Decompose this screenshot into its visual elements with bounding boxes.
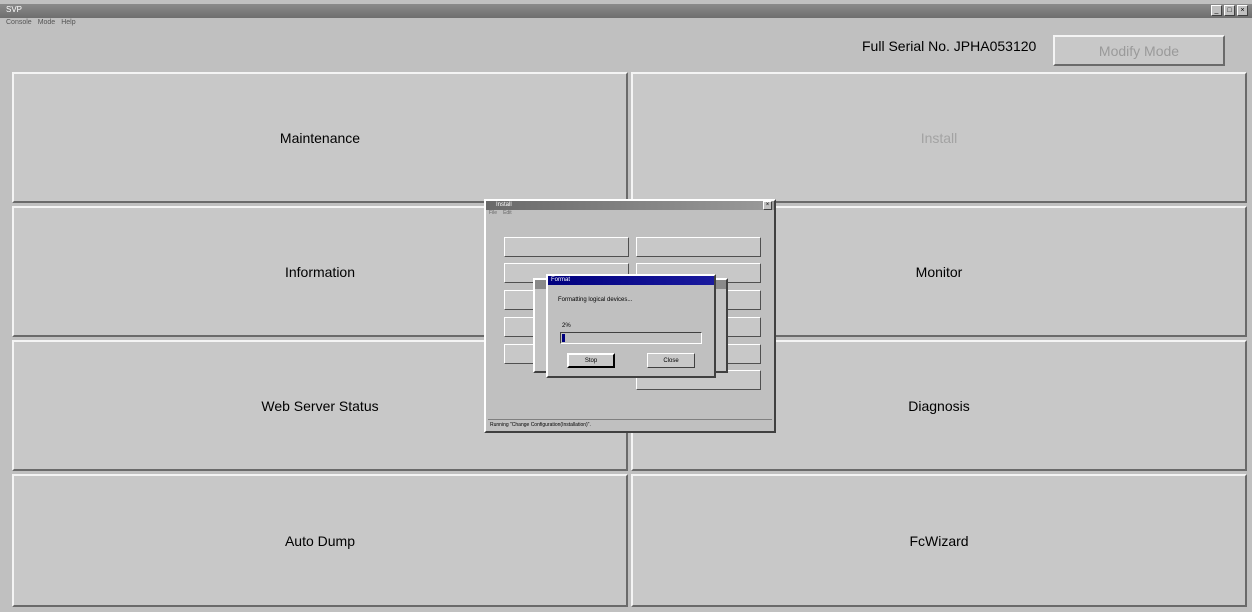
close-button[interactable]: × (1237, 5, 1248, 16)
menu-mode[interactable]: Mode (38, 19, 56, 26)
menu-bar: Console Mode Help (6, 19, 76, 26)
maximize-button[interactable]: □ (1224, 5, 1235, 16)
close-dialog-button[interactable]: Close (647, 353, 695, 368)
install-button[interactable]: Install (631, 72, 1247, 203)
fcwizard-button[interactable]: FcWizard (631, 474, 1247, 607)
format-progress-bar (560, 332, 702, 344)
install-option-button[interactable] (504, 237, 629, 257)
install-dialog-title: Install (496, 202, 512, 208)
stop-button[interactable]: Stop (567, 353, 615, 368)
format-percent: 2% (562, 323, 571, 329)
install-dialog-title-bar: Install × (486, 201, 774, 210)
auto-dump-button[interactable]: Auto Dump (12, 474, 628, 607)
menu-console[interactable]: Console (6, 19, 32, 26)
install-dialog-menu: File Edit (486, 210, 774, 216)
format-dialog: Format Formatting logical devices... 2% … (546, 274, 716, 378)
minimize-button[interactable]: _ (1211, 5, 1222, 16)
format-dialog-title: Format (551, 277, 571, 283)
window-title: SVP (6, 5, 23, 14)
serial-number-label: Full Serial No. JPHA053120 (862, 38, 1037, 54)
format-progress-fill (562, 334, 565, 342)
menu-help[interactable]: Help (61, 19, 75, 26)
format-dialog-title-bar: Format (548, 276, 714, 285)
main-title-bar: SVP _ □ × (0, 4, 1252, 18)
install-menu-file[interactable]: File (489, 210, 497, 216)
maintenance-button[interactable]: Maintenance (12, 72, 628, 203)
install-menu-edit[interactable]: Edit (503, 210, 512, 216)
install-status-bar: Running "Change Configuration(Installati… (488, 419, 772, 429)
format-message: Formatting logical devices... (558, 297, 633, 303)
window-controls: _ □ × (1211, 5, 1248, 16)
install-dialog-close-icon[interactable]: × (763, 201, 772, 210)
install-option-button[interactable] (636, 237, 761, 257)
modify-mode-button[interactable]: Modify Mode (1053, 35, 1225, 66)
